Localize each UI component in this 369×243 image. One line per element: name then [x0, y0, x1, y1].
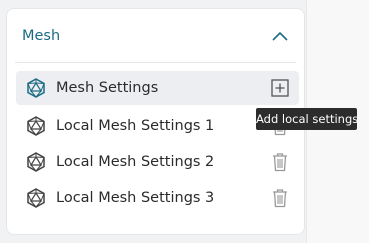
trash-icon[interactable]: [269, 151, 291, 173]
item-label: Mesh Settings: [56, 80, 159, 96]
list-item-local-mesh-settings-2[interactable]: Local Mesh Settings 2: [16, 145, 299, 179]
item-label: Local Mesh Settings 2: [56, 154, 215, 170]
add-icon[interactable]: [269, 77, 291, 99]
item-label: Local Mesh Settings 3: [56, 190, 215, 206]
chevron-up-icon[interactable]: [270, 26, 290, 46]
mesh-icon: [26, 188, 46, 208]
mesh-icon: [26, 116, 46, 136]
list-item-mesh-settings[interactable]: Mesh Settings: [16, 71, 299, 105]
panel-header[interactable]: Mesh: [7, 9, 304, 63]
item-label: Local Mesh Settings 1: [56, 118, 215, 134]
mesh-icon: [26, 78, 46, 98]
list-item-local-mesh-settings-3[interactable]: Local Mesh Settings 3: [16, 181, 299, 215]
tooltip: Add local settings: [256, 108, 358, 130]
divider: [15, 62, 296, 63]
mesh-icon: [26, 152, 46, 172]
panel-title: Mesh: [22, 28, 61, 44]
trash-icon[interactable]: [269, 187, 291, 209]
